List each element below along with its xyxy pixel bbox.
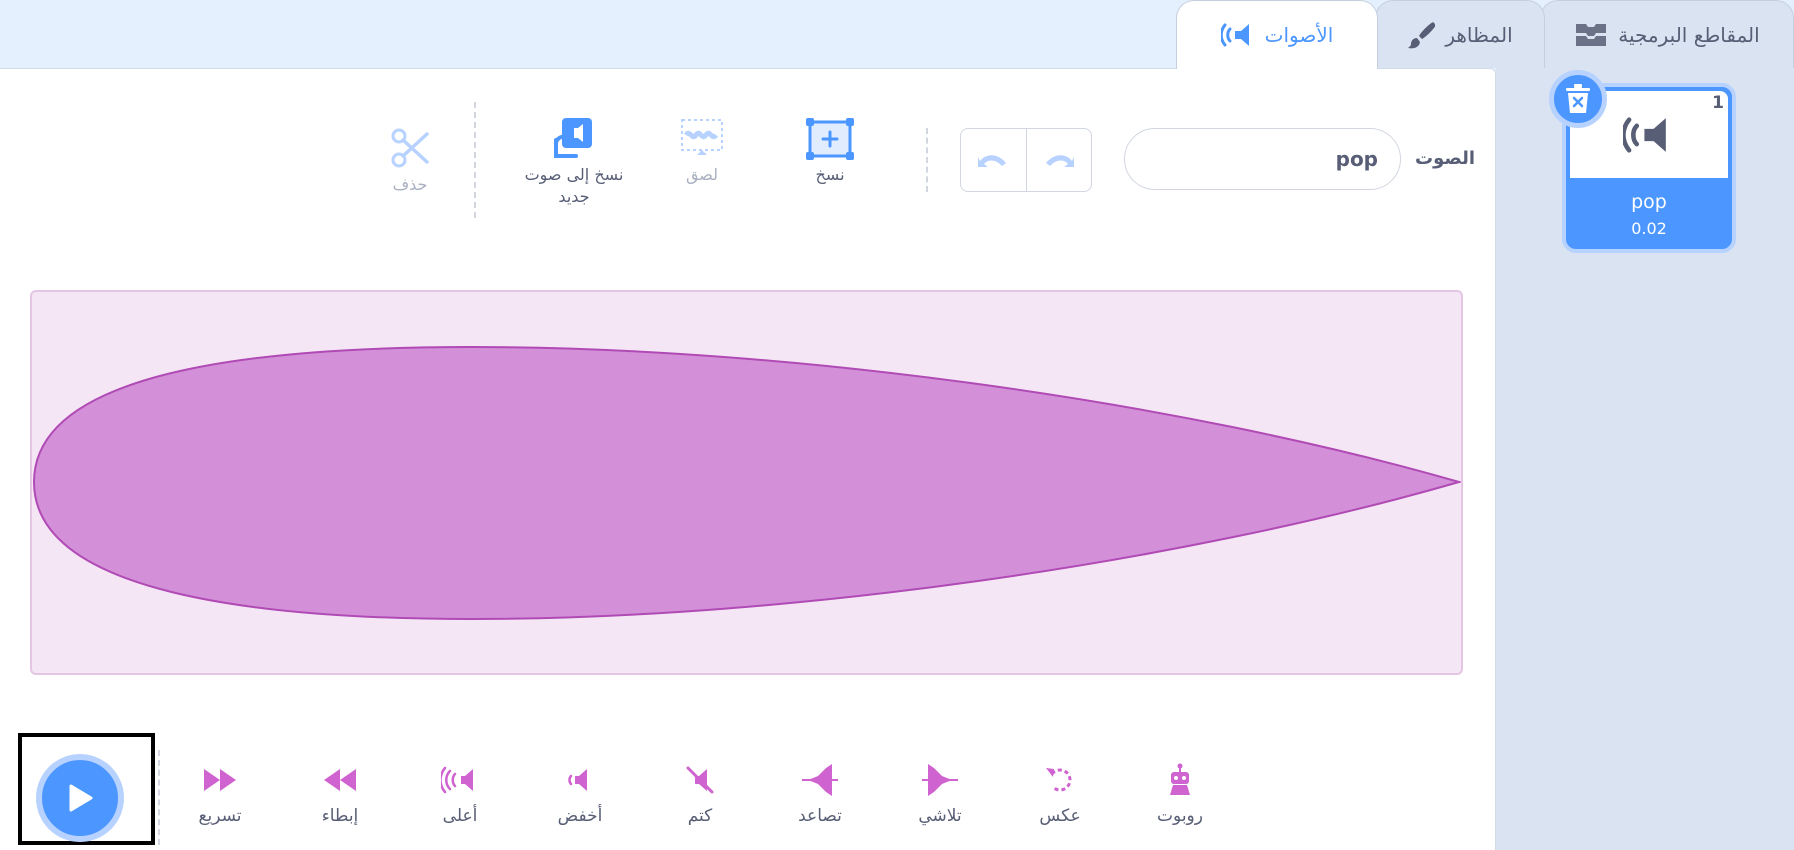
copy-button[interactable]: نسخ bbox=[790, 110, 870, 186]
effect-label: عكس bbox=[1039, 806, 1081, 826]
effect-faster-button[interactable]: تسريع bbox=[170, 760, 270, 826]
copy-to-new-label-line1: نسخ إلى صوت bbox=[524, 165, 624, 184]
waveform-area[interactable] bbox=[30, 290, 1463, 675]
effect-fade-in-button[interactable]: تصاعد bbox=[770, 760, 870, 826]
sound-name-label: الصوت bbox=[1415, 148, 1476, 169]
sound-tile-duration: 0.02 bbox=[1631, 219, 1667, 238]
effect-label: روبوت bbox=[1157, 806, 1203, 826]
reverse-icon bbox=[1046, 768, 1072, 792]
tab-code-label: المقاطع البرمجية bbox=[1618, 22, 1760, 47]
waveform bbox=[32, 345, 1463, 621]
effect-label: أعلى bbox=[442, 806, 478, 826]
sound-tile-name: pop bbox=[1631, 191, 1667, 213]
redo-button[interactable] bbox=[1027, 129, 1092, 191]
paste-label: لصق bbox=[685, 165, 719, 184]
effect-label: تصاعد bbox=[798, 806, 842, 826]
tab-code[interactable]: المقاطع البرمجية bbox=[1540, 0, 1794, 68]
effect-robot-button[interactable]: روبوت bbox=[1130, 760, 1230, 826]
copy-to-new-sound-icon bbox=[554, 118, 592, 158]
paste-button[interactable]: لصق bbox=[662, 110, 742, 186]
effect-softer-button[interactable]: أخفض bbox=[530, 760, 630, 826]
effects-divider bbox=[158, 750, 160, 845]
louder-icon bbox=[441, 766, 473, 794]
undo-button[interactable] bbox=[961, 129, 1027, 191]
effect-label: تسريع bbox=[198, 806, 242, 826]
effect-reverse-button[interactable]: عكس bbox=[1010, 760, 1110, 826]
effect-slower-button[interactable]: إبطاء bbox=[290, 760, 390, 826]
fade-in-icon bbox=[802, 764, 838, 796]
paintbrush-icon bbox=[1408, 21, 1436, 48]
toolbar-divider bbox=[926, 128, 928, 192]
copy-label: نسخ bbox=[815, 165, 845, 184]
copy-to-new-label-line2: جديد bbox=[558, 187, 590, 206]
tab-sounds-label: الأصوات bbox=[1264, 23, 1334, 47]
slower-icon bbox=[324, 769, 356, 791]
sound-index: 1 bbox=[1712, 93, 1724, 113]
copy-selection-icon bbox=[806, 118, 854, 160]
tab-sounds[interactable]: الأصوات bbox=[1176, 0, 1378, 69]
softer-icon bbox=[568, 769, 587, 791]
scissors-icon bbox=[391, 128, 429, 168]
toolbar-divider bbox=[474, 102, 476, 218]
effect-label: تلاشي bbox=[918, 806, 962, 826]
trash-icon bbox=[1566, 84, 1590, 113]
fade-out-icon bbox=[922, 764, 958, 796]
play-button[interactable] bbox=[36, 754, 124, 842]
tab-costumes-label: المظاهر bbox=[1445, 22, 1513, 47]
tab-costumes[interactable]: المظاهر bbox=[1375, 0, 1545, 68]
speaker-icon bbox=[1623, 116, 1666, 153]
robot-icon bbox=[1170, 763, 1190, 795]
faster-icon bbox=[204, 769, 236, 791]
sound-name-input[interactable] bbox=[1124, 128, 1401, 190]
effect-label: كتم bbox=[687, 806, 713, 826]
delete-label: حذف bbox=[392, 175, 428, 194]
undo-redo-group bbox=[960, 128, 1092, 192]
play-icon bbox=[69, 784, 93, 812]
effect-fade-out-button[interactable]: تلاشي bbox=[890, 760, 990, 826]
redo-icon bbox=[1045, 155, 1074, 167]
paste-icon bbox=[681, 119, 723, 155]
speaker-icon bbox=[1220, 23, 1249, 47]
effect-label: إبطاء bbox=[321, 806, 359, 826]
delete-sound-button[interactable] bbox=[1549, 70, 1607, 128]
effect-mute-button[interactable]: كتم bbox=[650, 760, 750, 826]
mute-icon bbox=[686, 766, 714, 794]
code-blocks-icon bbox=[1576, 23, 1607, 46]
copy-to-new-button[interactable]: نسخ إلى صوت جديد bbox=[514, 110, 634, 208]
effect-louder-button[interactable]: أعلى bbox=[410, 760, 510, 826]
delete-button[interactable]: حذف bbox=[370, 120, 450, 196]
effect-label: أخفض bbox=[557, 806, 603, 826]
undo-icon bbox=[978, 155, 1007, 167]
